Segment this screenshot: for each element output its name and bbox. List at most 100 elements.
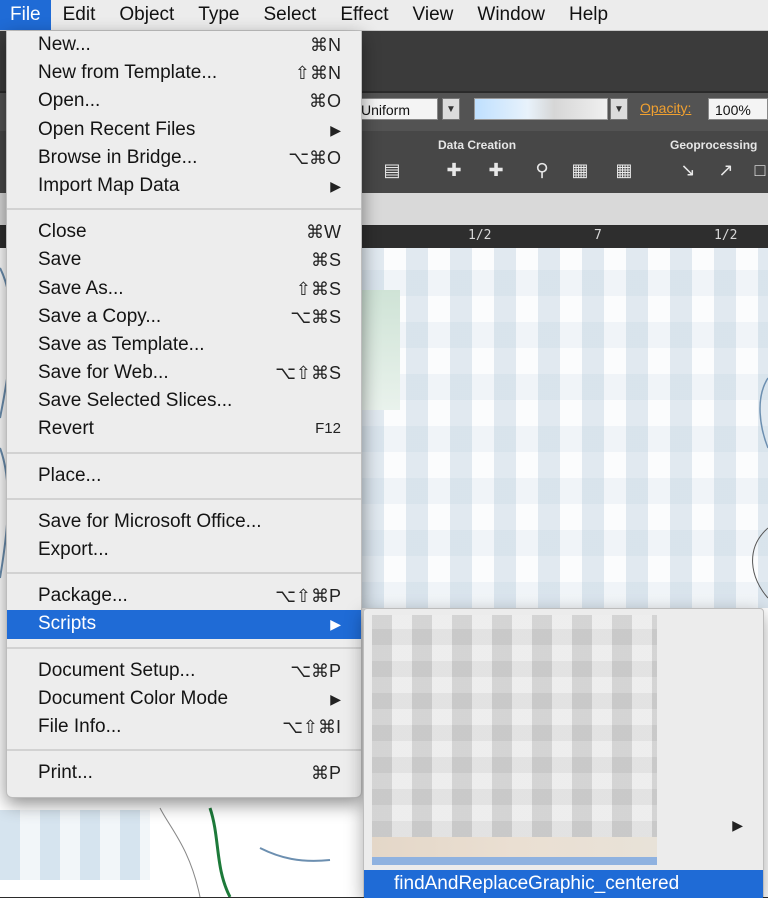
menu-window[interactable]: Window — [465, 0, 557, 30]
menu-item-place[interactable]: Place... — [7, 462, 361, 490]
frame-tool-icon[interactable]: □ — [748, 158, 768, 182]
menu-separator — [7, 490, 361, 508]
menu-separator — [7, 564, 361, 582]
menu-item-label: Save — [38, 249, 82, 271]
menu-item-save[interactable]: Save ⌘S — [7, 246, 361, 274]
create-points-icon[interactable]: ✚ — [484, 158, 508, 182]
menu-item-label: File Info... — [38, 715, 122, 737]
geoprocessing-label: Geoprocessing — [670, 138, 758, 152]
menu-item-label: Save for Microsoft Office... — [38, 510, 262, 532]
menu-item-save-as-template[interactable]: Save as Template... — [7, 331, 361, 359]
menu-bar: File Edit Object Type Select Effect View… — [0, 0, 768, 31]
submenu-arrow-icon: ▶ — [330, 690, 341, 707]
menu-item-label: Save As... — [38, 277, 124, 299]
menu-help[interactable]: Help — [557, 0, 620, 30]
add-table-icon[interactable]: ▦ — [568, 158, 592, 182]
ruler-mark: 1/2 — [468, 228, 492, 243]
script-item-find-and-replace-graphic-centered[interactable]: findAndReplaceGraphic_centered — [364, 870, 763, 898]
menu-item-open-recent[interactable]: Open Recent Files ▶ — [7, 116, 361, 144]
place-marker-icon[interactable]: ⚲ — [530, 158, 554, 182]
create-area-icon[interactable]: ✚ — [442, 158, 466, 182]
menu-item-label: Close — [38, 221, 87, 243]
shortcut: ⌘W — [306, 222, 341, 243]
shortcut: ⌥⇧⌘I — [282, 716, 341, 737]
menu-item-save-selected-slices[interactable]: Save Selected Slices... — [7, 387, 361, 415]
stroke-profile-select[interactable]: Uniform — [356, 98, 438, 120]
menu-object[interactable]: Object — [107, 0, 186, 30]
redacted-script-item — [372, 837, 657, 857]
menu-item-new-from-template[interactable]: New from Template... ⇧⌘N — [7, 59, 361, 87]
redacted-script-list — [372, 615, 657, 837]
menu-edit[interactable]: Edit — [51, 0, 108, 30]
menu-item-browse-in-bridge[interactable]: Browse in Bridge... ⌥⌘O — [7, 144, 361, 172]
menu-item-label: New from Template... — [38, 62, 218, 84]
shortcut: ⌥⇧⌘P — [275, 586, 341, 607]
menu-separator — [7, 200, 361, 218]
ruler-mark: 7 — [594, 228, 602, 243]
submenu-arrow-icon: ▶ — [330, 616, 341, 633]
polyline-tool-icon[interactable]: ↗ — [714, 158, 738, 182]
menu-item-export[interactable]: Export... — [7, 536, 361, 564]
menu-separator — [7, 639, 361, 657]
grid-icon[interactable]: ▦ — [612, 158, 636, 182]
menu-item-revert[interactable]: Revert F12 — [7, 415, 361, 443]
menu-item-label: Print... — [38, 762, 93, 784]
data-creation-label: Data Creation — [438, 138, 517, 152]
opacity-input[interactable]: 100% — [708, 98, 768, 120]
scripts-submenu: ▶ findAndReplaceGraphic_centered — [363, 608, 764, 898]
menu-item-import-map-data[interactable]: Import Map Data ▶ — [7, 172, 361, 200]
menu-item-save-for-web[interactable]: Save for Web... ⌥⇧⌘S — [7, 359, 361, 387]
shortcut: ⇧⌘N — [294, 63, 341, 84]
menu-item-save-as[interactable]: Save As... ⇧⌘S — [7, 275, 361, 303]
submenu-arrow-icon: ▶ — [330, 177, 341, 194]
menu-item-close[interactable]: Close ⌘W — [7, 218, 361, 246]
menu-item-label: New... — [38, 34, 91, 55]
menu-item-document-color-mode[interactable]: Document Color Mode ▶ — [7, 685, 361, 713]
menu-item-open[interactable]: Open... ⌘O — [7, 87, 361, 115]
menu-item-label: Place... — [38, 464, 102, 486]
menu-item-label: Browse in Bridge... — [38, 146, 198, 168]
menu-item-document-setup[interactable]: Document Setup... ⌥⌘P — [7, 657, 361, 685]
menu-item-label: Save for Web... — [38, 362, 169, 384]
line-tool-icon[interactable]: ↘ — [676, 158, 700, 182]
submenu-arrow-icon: ▶ — [330, 121, 341, 138]
menu-item-save-for-microsoft-office[interactable]: Save for Microsoft Office... — [7, 508, 361, 536]
menu-item-label: Package... — [38, 585, 128, 607]
menu-item-new[interactable]: New... ⌘N — [7, 31, 361, 59]
menu-item-label: Document Setup... — [38, 659, 196, 681]
menu-item-label: Save Selected Slices... — [38, 390, 233, 412]
menu-item-label: Scripts — [38, 613, 97, 635]
menu-item-package[interactable]: Package... ⌥⇧⌘P — [7, 582, 361, 610]
shortcut: ⌥⌘P — [290, 660, 341, 681]
shortcut: ⌘O — [308, 91, 341, 112]
file-menu: New... ⌘N New from Template... ⇧⌘N Open.… — [6, 31, 362, 798]
menu-item-label: Open Recent Files — [38, 118, 196, 140]
shortcut: ⇧⌘S — [295, 278, 341, 299]
shortcut: ⌥⇧⌘S — [275, 363, 341, 384]
menu-type[interactable]: Type — [186, 0, 251, 30]
shortcut: ⌥⌘S — [290, 306, 341, 327]
menu-item-file-info[interactable]: File Info... ⌥⇧⌘I — [7, 713, 361, 741]
menu-item-label: Import Map Data — [38, 174, 180, 196]
menu-item-save-a-copy[interactable]: Save a Copy... ⌥⌘S — [7, 303, 361, 331]
shortcut: ⌘N — [310, 35, 341, 55]
menu-item-print[interactable]: Print... ⌘P — [7, 759, 361, 787]
shortcut: ⌘S — [310, 250, 341, 271]
menu-item-label: Open... — [38, 90, 101, 112]
menu-file[interactable]: File — [0, 0, 51, 30]
opacity-link[interactable]: Opacity: — [640, 100, 691, 116]
menu-item-label: Export... — [38, 539, 109, 560]
fill-swatch[interactable] — [474, 98, 608, 120]
menu-effect[interactable]: Effect — [328, 0, 400, 30]
menu-view[interactable]: View — [401, 0, 466, 30]
swatch-dropdown-icon[interactable]: ▼ — [610, 98, 628, 120]
stroke-profile-dropdown-icon[interactable]: ▼ — [442, 98, 460, 120]
menu-item-scripts[interactable]: Scripts ▶ — [7, 610, 361, 639]
shortcut: F12 — [315, 420, 341, 438]
shortcut: ⌥⌘O — [288, 147, 341, 168]
menu-item-label: Revert — [38, 418, 94, 440]
menu-select[interactable]: Select — [252, 0, 329, 30]
notes-icon[interactable]: ▤ — [380, 158, 404, 182]
menu-item-label: Save a Copy... — [38, 305, 162, 327]
submenu-arrow-icon: ▶ — [732, 817, 743, 833]
